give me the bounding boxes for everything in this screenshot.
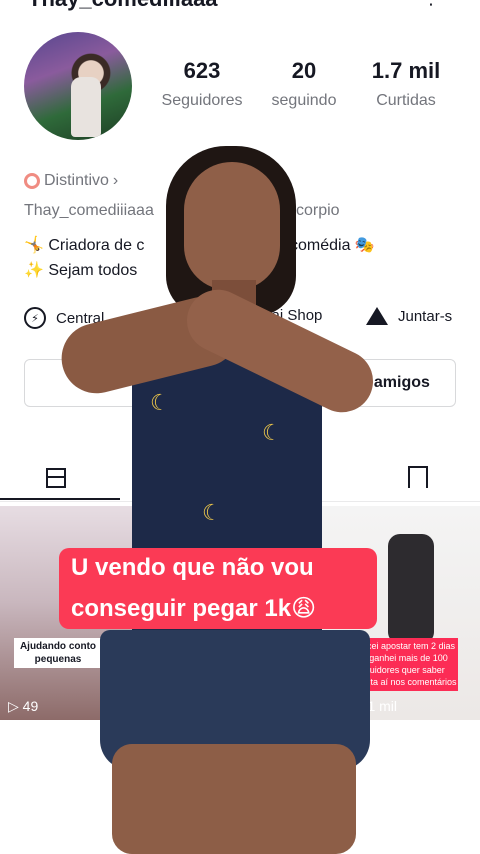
following-count: 20 <box>291 58 317 83</box>
followers-label: Seguidores <box>161 92 243 109</box>
likes-count: 1.7 mil <box>371 58 441 83</box>
top-bar: Thay_comediiiaaa ⋮ <box>0 0 480 12</box>
followers-stat[interactable]: 623 Seguidores <box>152 58 252 110</box>
avatar[interactable] <box>24 32 132 140</box>
grid-icon[interactable] <box>46 468 66 488</box>
overlay-caption: U vendo que não vou conseguir pegar 1k😩 <box>59 548 377 629</box>
following-label: seguindo <box>271 92 337 109</box>
header-icons[interactable]: ⋮ <box>422 0 440 9</box>
bookmark-icon[interactable] <box>408 466 428 488</box>
person-legs <box>112 744 356 854</box>
badge-icon <box>24 173 40 189</box>
likes-stat[interactable]: 1.7 mil Curtidas <box>364 58 448 110</box>
video-1-views-value: 49 <box>22 698 39 714</box>
lightning-icon: ⚡ <box>24 307 46 329</box>
video-1-views: ▷ 49 <box>8 698 39 714</box>
overlay-caption-line-1: U vendo que não vou <box>59 548 377 588</box>
likes-label: Curtidas <box>376 92 436 109</box>
moon-print: ☾ <box>150 390 170 415</box>
profile-username: Thay_comediiiaaa <box>28 0 218 12</box>
avatar-figure <box>71 77 101 137</box>
person-face <box>184 162 280 290</box>
overlay-caption-line-2: conseguir pegar 1k😩 <box>59 588 377 629</box>
moon-print: ☾ <box>202 500 222 525</box>
followers-count: 623 <box>183 58 221 83</box>
overlay-person: ☾ ☾ ☾ ☾ <box>54 140 410 854</box>
moon-print: ☾ <box>262 420 282 445</box>
following-stat[interactable]: 20 seguindo <box>262 58 346 110</box>
